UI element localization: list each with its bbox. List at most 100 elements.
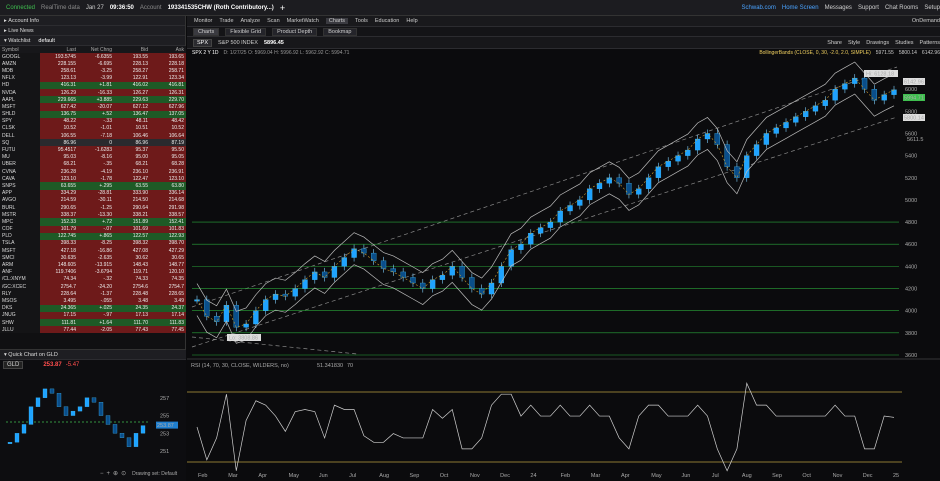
chart-symbol-input[interactable]: SPX bbox=[193, 38, 213, 47]
symbol-cell[interactable]: AMZN bbox=[0, 60, 40, 68]
ondemand-button[interactable]: OnDemand bbox=[912, 18, 940, 24]
account-selector[interactable]: 193341535CHW (Roth Contributory...) bbox=[168, 5, 274, 11]
style-button[interactable]: Style bbox=[848, 40, 860, 46]
symbol-cell[interactable]: AAPL bbox=[0, 96, 40, 104]
watchlist-row[interactable]: CLSK 10.52 -1.01 10.51 10.52 bbox=[0, 124, 186, 133]
menu-scan[interactable]: Scan bbox=[267, 18, 280, 24]
watchlist-header[interactable]: ▾ Watchlist default bbox=[0, 36, 185, 46]
watchlist-row[interactable]: SHLD 136.75 +.52 136.47 137.05 bbox=[0, 110, 186, 118]
symbol-cell[interactable]: SHW bbox=[0, 318, 40, 327]
watchlist-row[interactable]: SMCI 30.635 -2.635 30.62 30.65 bbox=[0, 254, 186, 262]
column-header-ask[interactable]: Ask bbox=[150, 46, 186, 53]
symbol-cell[interactable]: HD bbox=[0, 81, 40, 89]
watchlist-row[interactable]: NVDA 126.29 -16.33 126.27 126.31 bbox=[0, 88, 186, 97]
watchlist-row[interactable]: SQ 86.96 0 86.96 87.19 bbox=[0, 139, 186, 147]
quick-symbol-input[interactable]: GLD bbox=[3, 361, 24, 369]
symbol-cell[interactable]: RLY bbox=[0, 290, 40, 298]
chart-period[interactable]: SPX 2 Y 1D bbox=[192, 50, 219, 56]
symbol-cell[interactable]: NVDA bbox=[0, 88, 40, 97]
symbol-cell[interactable]: TSLA bbox=[0, 239, 40, 248]
link-home-screen[interactable]: Home Screen bbox=[782, 5, 819, 11]
column-header-net-change[interactable]: Net Chng bbox=[78, 46, 114, 53]
zoom-in-icon[interactable]: + bbox=[107, 471, 111, 477]
watchlist-row[interactable]: NFLX 123.13 -3.99 122.91 123.34 bbox=[0, 74, 186, 82]
column-header-last[interactable]: Last bbox=[40, 46, 78, 53]
symbol-cell[interactable]: MSFT bbox=[0, 103, 40, 111]
watchlist-row[interactable]: CVNA 236.28 -4.19 236.10 236.91 bbox=[0, 168, 186, 176]
watchlist-row[interactable]: TSLA 398.33 -8.25 398.32 398.70 bbox=[0, 239, 186, 248]
zoom-out-icon[interactable]: − bbox=[100, 471, 104, 477]
watchlist-row[interactable]: AMZN 228.155 -6.695 228.13 228.18 bbox=[0, 60, 186, 68]
link-support[interactable]: Support bbox=[858, 5, 879, 11]
column-header-bid[interactable]: Bid bbox=[114, 46, 150, 53]
symbol-cell[interactable]: MPC bbox=[0, 218, 40, 226]
symbol-cell[interactable]: MSFT bbox=[0, 247, 40, 255]
watchlist-row[interactable]: HD 416.31 +1.81 416.02 416.81 bbox=[0, 81, 186, 89]
watchlist-row[interactable]: MSFT 627.42 -20.07 627.12 627.96 bbox=[0, 103, 186, 111]
share-button[interactable]: Share bbox=[827, 40, 842, 46]
watchlist-row[interactable]: ANF 119.7406 -3.6794 119.71 120.10 bbox=[0, 268, 186, 276]
watchlist-row[interactable]: COF 101.79 -.07 101.69 101.83 bbox=[0, 225, 186, 233]
watchlist-row[interactable]: MU 95.03 -8.16 95.00 95.05 bbox=[0, 153, 186, 161]
symbol-cell[interactable]: MU bbox=[0, 153, 40, 161]
symbol-cell[interactable]: MSTR bbox=[0, 211, 40, 219]
watchlist-row[interactable]: PLD 122.745 +.865 122.57 122.93 bbox=[0, 232, 186, 240]
symbol-cell[interactable]: SMCI bbox=[0, 254, 40, 262]
symbol-cell[interactable]: UBER bbox=[0, 160, 40, 168]
quick-chart-header[interactable]: ▾ Quick Chart on GLD bbox=[0, 350, 186, 360]
symbol-cell[interactable]: /GC:XCEC bbox=[0, 283, 40, 291]
pan-icon[interactable]: ⊙ bbox=[121, 470, 126, 477]
main-price-chart[interactable]: RSI (14, 70, 30, CLOSE, WILDERS, no) 51.… bbox=[187, 57, 940, 481]
symbol-cell[interactable]: ANF bbox=[0, 268, 40, 276]
watchlist-row[interactable]: MSTR 338.37 -13.30 338.21 338.57 bbox=[0, 211, 186, 219]
symbol-cell[interactable]: AVGO bbox=[0, 196, 40, 204]
watchlist-row[interactable]: RLY 228.64 -1.37 228.48 228.65 bbox=[0, 290, 186, 298]
watchlist-row[interactable]: MSFT 427.18 -16.86 427.08 427.29 bbox=[0, 247, 186, 255]
symbol-cell[interactable]: JLLU bbox=[0, 326, 40, 334]
watchlist-row[interactable]: SNPS 63.655 +.295 63.55 63.80 bbox=[0, 182, 186, 190]
symbol-cell[interactable]: /CL:XNYM bbox=[0, 275, 40, 283]
watchlist-row[interactable]: SHW 111.81 +1.64 111.70 111.83 bbox=[0, 318, 186, 327]
menu-help[interactable]: Help bbox=[406, 18, 417, 24]
crosshair-icon[interactable]: ⊕ bbox=[113, 470, 118, 477]
link-chat-rooms[interactable]: Chat Rooms bbox=[885, 5, 918, 11]
symbol-cell[interactable]: SHLD bbox=[0, 110, 40, 118]
watchlist-row[interactable]: FUTU 95.4517 -1.6283 95.37 95.50 bbox=[0, 146, 186, 154]
watchlist-row[interactable]: GOOGL 193.5745 -6.6355 193.55 193.65 bbox=[0, 53, 186, 61]
tab-flexible-grid[interactable]: Flexible Grid bbox=[225, 27, 267, 36]
watchlist-row[interactable]: APP 334.29 -28.81 333.90 336.14 bbox=[0, 189, 186, 197]
watchlist-row[interactable]: BURL 290.65 -1.25 290.64 291.98 bbox=[0, 203, 186, 212]
symbol-cell[interactable]: DKS bbox=[0, 304, 40, 312]
studies-button[interactable]: Studies bbox=[895, 40, 913, 46]
symbol-cell[interactable]: COF bbox=[0, 225, 40, 233]
account-info-header[interactable]: ▸ Account Info bbox=[0, 16, 185, 26]
drawings-button[interactable]: Drawings bbox=[866, 40, 889, 46]
symbol-cell[interactable]: DELL bbox=[0, 132, 40, 140]
watchlist-row[interactable]: MDB 258.61 -3.25 258.27 258.71 bbox=[0, 67, 186, 75]
tab-bookmap[interactable]: Bookmap bbox=[323, 27, 357, 36]
watchlist-row[interactable]: JLLU 77.44 -2.05 77.43 77.45 bbox=[0, 326, 186, 334]
symbol-cell[interactable]: SPY bbox=[0, 117, 40, 125]
watchlist-row[interactable]: AVGO 214.59 -30.11 214.50 214.68 bbox=[0, 196, 186, 204]
watchlist-selector[interactable]: default bbox=[38, 38, 55, 44]
symbol-cell[interactable]: NFLX bbox=[0, 74, 40, 82]
link-messages[interactable]: Messages bbox=[825, 5, 852, 11]
symbol-cell[interactable]: JNUG bbox=[0, 311, 40, 319]
menu-analyze[interactable]: Analyze bbox=[241, 18, 261, 24]
menu-charts[interactable]: Charts bbox=[325, 18, 349, 24]
trend-channel-upper[interactable] bbox=[191, 66, 898, 308]
menu-monitor[interactable]: Monitor bbox=[194, 18, 212, 24]
symbol-cell[interactable]: FUTU bbox=[0, 146, 40, 154]
add-icon[interactable]: + bbox=[280, 3, 285, 13]
symbol-cell[interactable]: SNPS bbox=[0, 182, 40, 190]
symbol-cell[interactable]: APP bbox=[0, 189, 40, 197]
symbol-cell[interactable]: GOOGL bbox=[0, 53, 40, 61]
symbol-cell[interactable]: ARM bbox=[0, 261, 40, 269]
symbol-cell[interactable]: MDB bbox=[0, 67, 40, 75]
menu-trade[interactable]: Trade bbox=[219, 18, 233, 24]
menu-marketwatch[interactable]: MarketWatch bbox=[287, 18, 319, 24]
watchlist-row[interactable]: MSOS 3.495 -.055 3.48 3.49 bbox=[0, 297, 186, 305]
trend-line-short[interactable] bbox=[191, 336, 358, 355]
column-header-symbol[interactable]: Symbol bbox=[0, 46, 40, 53]
watchlist-row[interactable]: SPY 48.22 -.33 48.11 48.42 bbox=[0, 117, 186, 125]
